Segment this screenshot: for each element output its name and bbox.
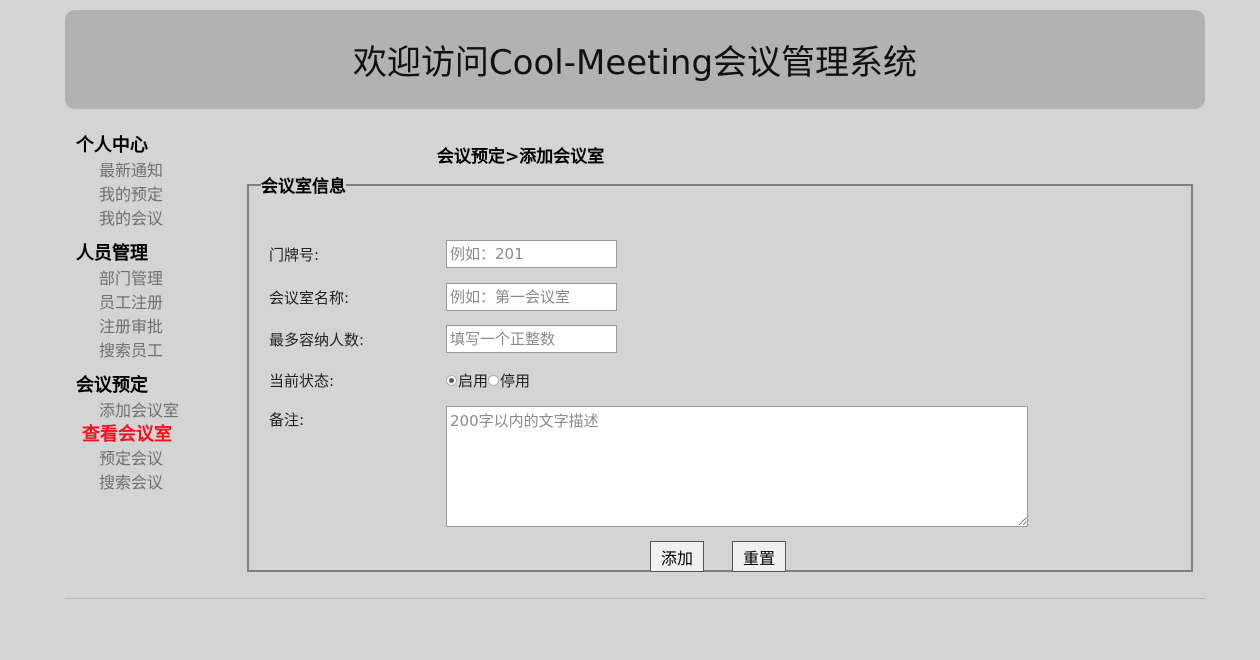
form-buttons: 添加 重置 bbox=[650, 541, 787, 572]
menu-item-employee-register[interactable]: 员工注册 bbox=[76, 291, 226, 315]
reset-button[interactable]: 重置 bbox=[732, 541, 787, 572]
room-name-input[interactable] bbox=[446, 283, 617, 311]
menu-title-meeting: 会议预定 bbox=[76, 375, 148, 396]
menu-item-my-reservations[interactable]: 我的预定 bbox=[76, 183, 226, 207]
menu-item-view-rooms[interactable]: 查看会议室 bbox=[76, 423, 226, 447]
menu-item-departments[interactable]: 部门管理 bbox=[76, 267, 226, 291]
menu-group-meeting: 会议预定 添加会议室 查看会议室 预定会议 搜索会议 bbox=[76, 373, 226, 495]
menu-group-personal: 个人中心 最新通知 我的预定 我的会议 bbox=[76, 133, 226, 231]
sidebar: 个人中心 最新通知 我的预定 我的会议 人员管理 部门管理 员工注册 注册审批 … bbox=[76, 133, 226, 505]
room-number-label: 门牌号: bbox=[269, 245, 320, 264]
room-info-form: 会议室信息 门牌号: 会议室名称: 最多容纳人数: 当前状态: 启用 停用 备注… bbox=[247, 172, 1193, 572]
page-header: 欢迎访问Cool-Meeting会议管理系统 bbox=[65, 10, 1205, 109]
row-room-number: 门牌号: bbox=[269, 240, 617, 268]
capacity-label: 最多容纳人数: bbox=[269, 330, 365, 349]
room-name-label: 会议室名称: bbox=[269, 288, 350, 307]
note-label: 备注: bbox=[269, 411, 305, 429]
note-textarea[interactable] bbox=[446, 406, 1028, 527]
status-label: 当前状态: bbox=[269, 372, 335, 390]
add-button[interactable]: 添加 bbox=[650, 541, 705, 572]
menu-item-latest-notice[interactable]: 最新通知 bbox=[76, 159, 226, 183]
capacity-input[interactable] bbox=[446, 325, 617, 353]
form-legend: 会议室信息 bbox=[261, 177, 346, 197]
row-status: 当前状态: 启用 停用 bbox=[269, 370, 530, 391]
menu-item-search-employee[interactable]: 搜索员工 bbox=[76, 339, 226, 363]
breadcrumb: 会议预定>添加会议室 bbox=[437, 147, 605, 167]
menu-item-add-room[interactable]: 添加会议室 bbox=[76, 399, 226, 423]
menu-item-book-meeting[interactable]: 预定会议 bbox=[76, 447, 226, 471]
status-enabled-radio[interactable] bbox=[446, 375, 457, 386]
menu-title-personal: 个人中心 bbox=[76, 135, 148, 156]
menu-group-staff: 人员管理 部门管理 员工注册 注册审批 搜索员工 bbox=[76, 241, 226, 363]
status-disabled-radio[interactable] bbox=[488, 375, 500, 386]
menu-item-search-meetings[interactable]: 搜索会议 bbox=[76, 471, 226, 495]
row-capacity: 最多容纳人数: bbox=[269, 325, 617, 353]
row-note: 备注: bbox=[269, 406, 1028, 527]
status-disabled-label[interactable]: 停用 bbox=[500, 370, 530, 391]
status-radio-group: 启用 停用 bbox=[446, 370, 530, 391]
menu-item-register-approval[interactable]: 注册审批 bbox=[76, 315, 226, 339]
status-enabled-label[interactable]: 启用 bbox=[458, 370, 488, 391]
menu-title-staff: 人员管理 bbox=[76, 243, 148, 264]
footer-divider bbox=[65, 598, 1205, 599]
menu-item-my-meetings[interactable]: 我的会议 bbox=[76, 207, 226, 231]
app-title: 欢迎访问Cool-Meeting会议管理系统 bbox=[352, 43, 918, 83]
row-room-name: 会议室名称: bbox=[269, 283, 617, 311]
room-number-input[interactable] bbox=[446, 240, 617, 268]
